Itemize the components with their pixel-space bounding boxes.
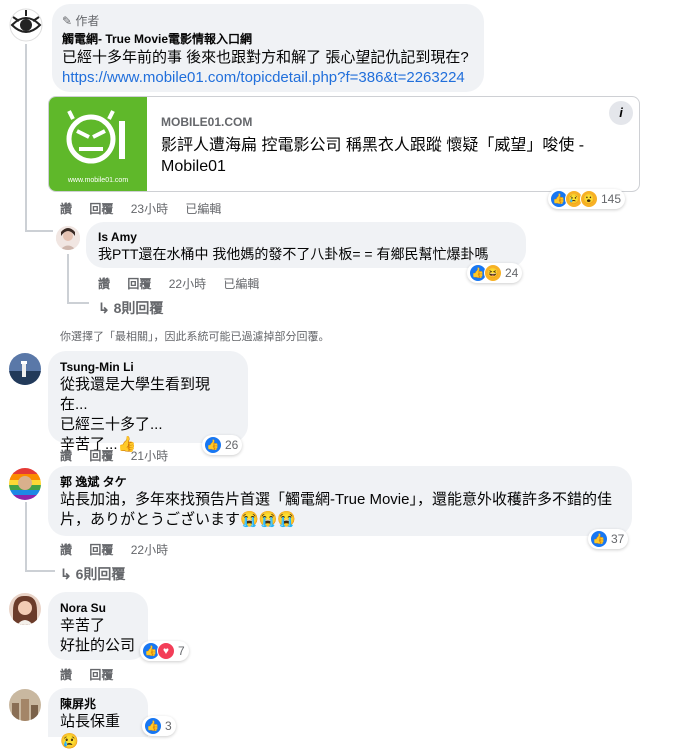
comment-author[interactable]: 陳屏兆 [60, 696, 136, 712]
comment-bubble: Tsung-Min Li 從我還是大學生看到現在... 已經三十多了... 辛苦… [48, 351, 248, 453]
comment-actions: 讚 回覆 23小時 已編輯 [60, 200, 235, 217]
link-preview-domain: MOBILE01.COM [161, 115, 253, 129]
avatar[interactable] [9, 353, 41, 385]
thread-line [67, 254, 69, 304]
comment-actions: 讚 回覆 21小時 [60, 447, 182, 464]
reaction-summary[interactable]: 👍 3 [142, 716, 176, 736]
thread-line [25, 44, 27, 232]
avatar[interactable] [9, 468, 41, 500]
comment-text: 已經十多年前的事 後來也跟對方和解了 張心望記仇記到現在? [62, 49, 469, 66]
eye-logo-icon [9, 8, 43, 42]
edited-label: 已編輯 [185, 202, 222, 216]
user-avatar-icon [9, 468, 41, 500]
reaction-summary[interactable]: 👍 26 [202, 435, 243, 455]
reply-button[interactable]: 回覆 [89, 543, 113, 557]
info-icon[interactable]: i [609, 101, 633, 125]
reaction-summary[interactable]: 👍 😢 😮 145 [548, 189, 626, 209]
reaction-count: 145 [601, 192, 622, 206]
comment-author[interactable]: Is Amy [98, 229, 514, 245]
comment-author[interactable]: 觸電網- True Movie電影情報入口網 [62, 31, 252, 47]
link-preview-logo-caption: www.mobile01.com [67, 177, 129, 184]
mobile01-logo-icon [66, 110, 125, 164]
timestamp[interactable]: 22小時 [131, 543, 168, 557]
comment-actions: 讚 回覆 [60, 666, 127, 683]
user-avatar-icon [9, 689, 41, 721]
comment-actions: 讚 回覆 22小時 [60, 541, 182, 558]
user-avatar-icon [9, 353, 41, 385]
heart-icon: ♥ [157, 642, 175, 660]
avatar[interactable] [9, 593, 41, 625]
timestamp[interactable]: 21小時 [131, 449, 168, 463]
reaction-count: 7 [178, 644, 185, 658]
comment-text: 站長保重😢 [60, 713, 121, 750]
reaction-count: 24 [505, 266, 519, 280]
view-replies-button[interactable]: ↳ 6則回覆 [60, 564, 125, 584]
comment-text: 辛苦了 好扯的公司 [60, 617, 136, 654]
comment-bubble: Is Amy 我PTT還在水桶中 我他媽的發不了八卦板= = 有鄉民幫忙爆卦嗎 [86, 222, 526, 268]
comment-bubble: Nora Su 辛苦了 好扯的公司 [48, 592, 148, 660]
comment-link[interactable]: https://www.mobile01.com/topicdetail.php… [62, 68, 465, 88]
timestamp[interactable]: 22小時 [169, 277, 206, 291]
comment-text: 我PTT還在水桶中 我他媽的發不了八卦板= = 有鄉民幫忙爆卦嗎 [98, 246, 489, 262]
like-icon: 👍 [204, 436, 222, 454]
avatar[interactable] [56, 226, 80, 250]
thread-line [25, 570, 55, 572]
like-icon: 👍 [144, 717, 162, 735]
user-avatar-icon [56, 226, 80, 250]
comment-actions: 讚 回覆 22小時 已編輯 [98, 275, 273, 292]
filter-notice: 你選擇了「最相關」，因此系統可能已過濾掉部分回覆。 [60, 331, 330, 343]
comment-text: 站長加油，多年來找預告片首選「觸電網-True Movie」，還能意外收穫許多不… [60, 491, 612, 528]
reaction-count: 26 [225, 438, 239, 452]
haha-icon: 😆 [484, 264, 502, 282]
avatar[interactable] [9, 689, 41, 721]
user-avatar-icon [9, 593, 41, 625]
comment-bubble: 陳屏兆 站長保重😢 [48, 688, 148, 750]
like-button[interactable]: 讚 [60, 543, 72, 557]
link-preview-title: 影評人遭海扁 控電影公司 稱黑衣人跟蹤 懷疑「威望」唆使 - Mobile01 [161, 137, 585, 175]
reply-button[interactable]: 回覆 [89, 202, 113, 216]
link-preview-image: www.mobile01.com [49, 97, 147, 191]
link-preview-card[interactable]: www.mobile01.com MOBILE01.COM 影評人遭海扁 控電影… [48, 96, 640, 192]
reply-button[interactable]: 回覆 [89, 449, 113, 463]
comment-author[interactable]: 郭 逸斌 タケ [60, 474, 620, 490]
comment-author[interactable]: Nora Su [60, 600, 136, 616]
reaction-count: 37 [611, 532, 625, 546]
reply-button[interactable]: 回覆 [89, 668, 113, 682]
reply-arrow-icon: ↳ [60, 566, 72, 582]
comment-author[interactable]: Tsung-Min Li [60, 359, 236, 375]
reaction-summary[interactable]: 👍 😆 24 [467, 263, 523, 283]
view-replies-button[interactable]: ↳ 8則回覆 [98, 298, 163, 318]
reaction-count: 3 [165, 719, 172, 733]
like-button[interactable]: 讚 [98, 277, 110, 291]
like-icon: 👍 [590, 530, 608, 548]
like-button[interactable]: 讚 [60, 202, 72, 216]
pencil-icon: ✎ [62, 14, 73, 28]
timestamp[interactable]: 23小時 [131, 202, 168, 216]
like-button[interactable]: 讚 [60, 449, 72, 463]
avatar[interactable] [9, 8, 43, 42]
comment-bubble: ✎ 作者 觸電網- True Movie電影情報入口網 已經十多年前的事 後來也… [52, 4, 484, 92]
author-badge: 作者 [75, 14, 100, 28]
reaction-summary[interactable]: 👍 37 [588, 529, 629, 549]
comment-bubble: 郭 逸斌 タケ 站長加油，多年來找預告片首選「觸電網-True Movie」，還… [48, 466, 632, 536]
like-button[interactable]: 讚 [60, 668, 72, 682]
wow-icon: 😮 [580, 190, 598, 208]
thread-line [25, 230, 53, 232]
reply-button[interactable]: 回覆 [127, 277, 151, 291]
reaction-summary[interactable]: 👍 ♥ 7 [140, 641, 189, 661]
thread-line [67, 302, 89, 304]
edited-label: 已編輯 [223, 277, 260, 291]
thread-line [25, 502, 27, 572]
reply-arrow-icon: ↳ [98, 300, 110, 316]
